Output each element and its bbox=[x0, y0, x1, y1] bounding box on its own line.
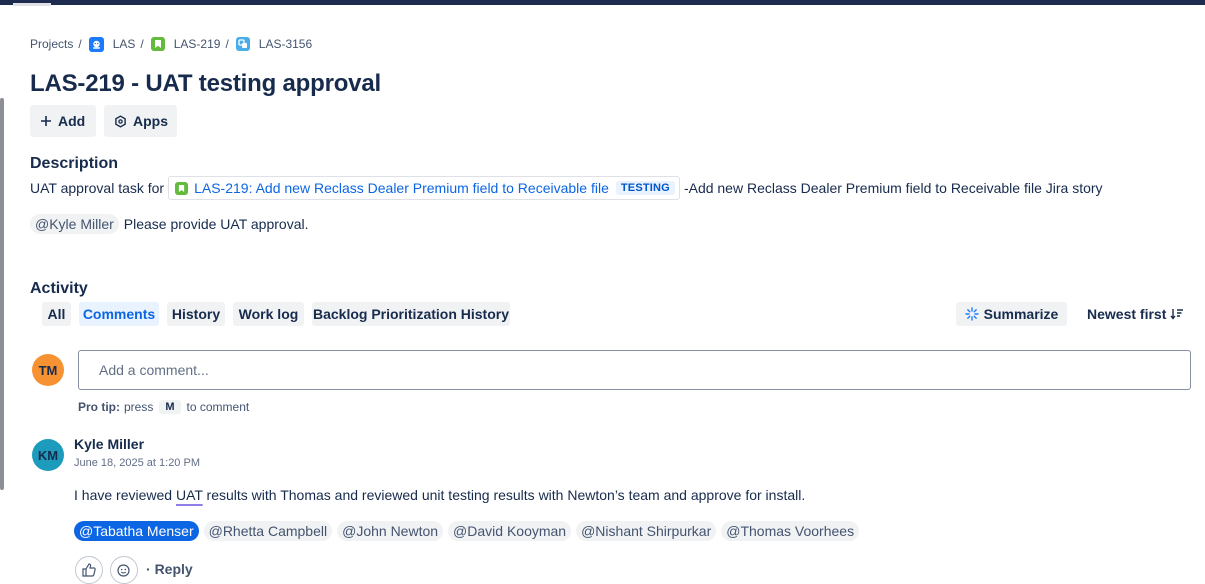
user-mention[interactable]: @David Kooyman bbox=[448, 521, 572, 541]
top-nav-indicator bbox=[13, 3, 51, 6]
description-request: Please provide UAT approval. bbox=[123, 216, 309, 232]
reply-button[interactable]: · Reply bbox=[146, 561, 193, 577]
description-text[interactable]: UAT approval task for LAS-219: Add new R… bbox=[30, 176, 1103, 200]
breadcrumb-parent-label: LAS-219 bbox=[173, 37, 221, 51]
apps-button[interactable]: Apps bbox=[104, 105, 177, 137]
sidebar-resize-handle[interactable] bbox=[0, 98, 4, 490]
smart-link-title: LAS-219: Add new Reclass Dealer Premium … bbox=[194, 180, 609, 196]
comment-body-end: results with Thomas and reviewed unit te… bbox=[202, 487, 806, 503]
tab-all[interactable]: All bbox=[42, 302, 71, 326]
breadcrumb-issue[interactable]: LAS-3156 bbox=[235, 37, 313, 51]
story-icon bbox=[175, 181, 189, 195]
breadcrumb-project[interactable]: LAS bbox=[88, 36, 136, 52]
summarize-button[interactable]: Summarize bbox=[956, 302, 1067, 326]
breadcrumb: Projects / LAS / LAS-219 / LAS-3156 bbox=[30, 36, 312, 52]
project-avatar-icon bbox=[88, 36, 104, 52]
pro-tip: Pro tip: press M to comment bbox=[78, 398, 249, 416]
comment-timestamp[interactable]: June 18, 2025 at 1:20 PM bbox=[74, 457, 200, 469]
summarize-label: Summarize bbox=[983, 306, 1059, 322]
thumbs-up-reaction-button[interactable] bbox=[75, 556, 103, 584]
breadcrumb-separator: / bbox=[140, 37, 144, 51]
tab-comments[interactable]: Comments bbox=[79, 302, 159, 326]
status-lozenge: TESTING bbox=[615, 181, 675, 195]
pro-tip-post: to comment bbox=[186, 400, 250, 414]
breadcrumb-projects[interactable]: Projects bbox=[30, 37, 73, 51]
add-comment-input[interactable] bbox=[78, 350, 1191, 390]
sort-descending-icon bbox=[1170, 309, 1184, 320]
issue-smart-link[interactable]: LAS-219: Add new Reclass Dealer Premium … bbox=[168, 176, 680, 200]
comment-body-highlight: UAT bbox=[175, 487, 203, 503]
user-mention[interactable]: @Tabatha Menser bbox=[74, 521, 199, 541]
description-mention-line: @Kyle Miller Please provide UAT approval… bbox=[30, 213, 308, 235]
breadcrumb-project-label: LAS bbox=[112, 37, 136, 51]
breadcrumb-parent[interactable]: LAS-219 bbox=[150, 37, 221, 51]
apps-icon bbox=[115, 114, 126, 128]
story-icon bbox=[150, 37, 165, 51]
user-mention[interactable]: @Nishant Shirpurkar bbox=[576, 521, 717, 541]
thumbs-up-icon bbox=[82, 563, 96, 577]
comment-author[interactable]: Kyle Miller bbox=[74, 436, 144, 452]
comment-mentions: @Tabatha Menser @Rhetta Campbell @John N… bbox=[74, 521, 864, 541]
activity-heading: Activity bbox=[30, 280, 88, 297]
description-heading: Description bbox=[30, 155, 119, 172]
emoji-add-icon bbox=[117, 564, 130, 577]
tab-backlog-prioritization-history[interactable]: Backlog Prioritization History bbox=[312, 302, 510, 326]
comment-body: I have reviewed UAT results with Thomas … bbox=[74, 487, 805, 503]
pro-tip-label: Pro tip: bbox=[78, 400, 120, 414]
top-navigation-bar bbox=[0, 0, 1205, 5]
description-prefix: UAT approval task for bbox=[30, 180, 165, 196]
description-suffix: -Add new Reclass Dealer Premium field to… bbox=[683, 180, 1103, 196]
add-button[interactable]: Add bbox=[30, 105, 96, 137]
sort-order-label: Newest first bbox=[1087, 306, 1167, 322]
pro-tip-pre: press bbox=[124, 400, 154, 414]
user-mention[interactable]: @Thomas Voorhees bbox=[721, 521, 860, 541]
keyboard-shortcut-key: M bbox=[159, 400, 181, 414]
apps-button-label: Apps bbox=[133, 113, 168, 129]
breadcrumb-separator: / bbox=[78, 37, 82, 51]
ai-sparkle-icon bbox=[964, 307, 979, 321]
comment-author-avatar[interactable]: KM bbox=[32, 439, 64, 471]
sort-order-button[interactable]: Newest first bbox=[1087, 302, 1184, 326]
plus-icon bbox=[41, 116, 51, 126]
comment-body-start: I have reviewed bbox=[74, 487, 176, 503]
user-mention[interactable]: @John Newton bbox=[337, 521, 444, 541]
breadcrumb-issue-label: LAS-3156 bbox=[258, 37, 313, 51]
issue-title[interactable]: LAS-219 - UAT testing approval bbox=[30, 70, 381, 98]
tab-work-log[interactable]: Work log bbox=[233, 302, 304, 326]
reply-label: Reply bbox=[154, 561, 193, 577]
subtask-icon bbox=[235, 37, 250, 51]
user-mention[interactable]: @Rhetta Campbell bbox=[203, 521, 333, 541]
user-mention[interactable]: @Kyle Miller bbox=[30, 214, 119, 234]
tab-history[interactable]: History bbox=[167, 302, 225, 326]
reply-separator: · bbox=[146, 561, 151, 577]
breadcrumb-separator: / bbox=[225, 37, 229, 51]
add-reaction-button[interactable] bbox=[110, 556, 138, 584]
add-button-label: Add bbox=[58, 113, 86, 129]
current-user-avatar[interactable]: TM bbox=[32, 354, 64, 386]
